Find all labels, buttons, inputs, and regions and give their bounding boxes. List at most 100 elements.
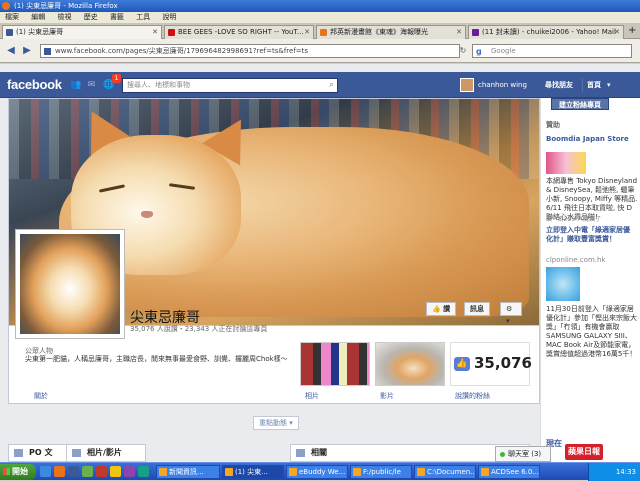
ad2-link[interactable]: clponline.com.hk — [546, 256, 605, 264]
user-profile-link[interactable]: chanhon wing — [460, 78, 527, 92]
thumbs-up-icon: 👍 — [454, 357, 470, 371]
tab-photos[interactable]: 相片 — [305, 391, 319, 401]
menu-file[interactable]: 檔案 — [5, 12, 19, 23]
quicklaunch-desktop-icon[interactable] — [138, 466, 149, 477]
find-friends-link[interactable]: 尋找朋友 — [545, 78, 573, 92]
taskbar-item-firefox[interactable]: (1) 尖東... — [222, 465, 284, 479]
notification-badge: 1 — [112, 74, 121, 83]
menu-bookmarks[interactable]: 書籤 — [110, 12, 124, 23]
firefox-icon — [2, 2, 10, 10]
tab-videos[interactable]: 影片 — [380, 391, 394, 401]
task-label: (1) 尖東... — [235, 468, 268, 476]
quicklaunch-app-icon[interactable] — [68, 466, 79, 477]
forward-arrow-icon[interactable]: ▶ — [20, 44, 34, 58]
related-box: 相關 — [290, 444, 530, 462]
task-icon — [289, 468, 297, 476]
tab-yahoo-mail[interactable]: (11 封未讀) - chuikei2006 - Yahoo! Mail ✕ — [468, 25, 624, 39]
account-menu-caret-icon[interactable]: ▾ — [607, 81, 611, 89]
user-name: chanhon wing — [478, 81, 527, 89]
facebook-search-input[interactable]: 搜尋人、地標和事物 ⌕ — [122, 78, 338, 93]
menu-tools[interactable]: 工具 — [136, 12, 150, 23]
start-button[interactable]: 開始 — [0, 464, 36, 480]
messages-icon[interactable]: ✉ — [87, 80, 97, 90]
address-bar[interactable]: www.facebook.com/pages/尖東忌廉哥/17969648299… — [40, 44, 460, 58]
quicklaunch-firefox-icon[interactable] — [54, 466, 65, 477]
photo-icon — [72, 449, 81, 457]
taskbar-item-news[interactable]: 新聞資訊... — [156, 465, 220, 479]
menu-edit[interactable]: 編輯 — [31, 12, 45, 23]
about-description: 尖東第一肥貓，人稱忌廉哥，主職店長，閒來無事最愛食野、訓覺、攞麗周Chok樣～ — [25, 355, 288, 363]
yahoo-favicon-icon — [472, 29, 479, 36]
message-button[interactable]: 訊息 — [464, 302, 490, 316]
likes-count: 35,076 — [474, 354, 532, 372]
close-tab-icon[interactable]: ✕ — [304, 26, 310, 39]
settings-gear-icon[interactable]: ⚙ ▾ — [500, 302, 522, 325]
ad1-title[interactable]: Boomdia Japan Store — [546, 135, 636, 144]
task-icon — [481, 468, 489, 476]
post-icon — [14, 449, 23, 457]
taskbar-item-acdsee[interactable]: ACDSee 6.0... — [478, 465, 540, 479]
task-label: 新聞資訊... — [169, 468, 204, 476]
profile-picture[interactable] — [15, 229, 125, 339]
facebook-logo[interactable]: facebook — [7, 77, 62, 92]
friend-requests-icon[interactable]: 👥 — [70, 80, 81, 90]
chat-button[interactable]: 聊天室 (3) — [495, 446, 551, 462]
highlights-dropdown[interactable]: 重點動態 ▾ — [253, 416, 299, 430]
quicklaunch-folder-icon[interactable] — [110, 466, 121, 477]
tab-facebook[interactable]: (1) 尖東忌廉哥 ✕ — [2, 25, 162, 39]
comic-favicon-icon — [320, 29, 327, 36]
tab-likes[interactable]: 說讚的粉絲 — [455, 391, 490, 401]
ad1-likes[interactable]: 讚・8,229 人說讚了 — [546, 214, 601, 223]
close-tab-icon[interactable]: ✕ — [614, 26, 620, 39]
menu-history[interactable]: 歷史 — [84, 12, 98, 23]
quicklaunch-chat-icon[interactable] — [82, 466, 93, 477]
quicklaunch-tool-icon[interactable] — [124, 466, 135, 477]
window-title: (1) 尖東忌廉哥 - Mozilla Firefox — [14, 2, 118, 10]
google-icon: g — [476, 47, 482, 56]
videos-thumbnail[interactable] — [375, 342, 445, 386]
tab-label: (11 封未讀) - chuikei2006 - Yahoo! Mail — [482, 28, 616, 36]
ad2-title[interactable]: 立即登入中電「綠適家居優化計」賺取豐富獎賞！ — [546, 226, 636, 244]
apple-daily-watermark: 蘋果日報 — [565, 444, 603, 460]
reload-icon[interactable]: ↻ — [456, 44, 470, 58]
post-box-label: PO 文 — [29, 448, 53, 457]
clock[interactable]: 14:33 — [616, 468, 636, 476]
search-bar[interactable]: g Google — [472, 44, 632, 58]
task-icon — [417, 468, 425, 476]
tab-label: (1) 尖東忌廉哥 — [16, 28, 64, 36]
ad2-image[interactable] — [546, 267, 580, 301]
chat-label: 聊天室 (3) — [508, 450, 542, 458]
taskbar-item-ebuddy[interactable]: eBuddy We... — [286, 465, 348, 479]
quicklaunch-media-icon[interactable] — [96, 466, 107, 477]
windows-taskbar: 開始 新聞資訊... (1) 尖東... eBuddy We... F:/pub… — [0, 462, 640, 481]
menu-view[interactable]: 檢視 — [57, 12, 71, 23]
taskbar-item-folder-f[interactable]: F:/public/le — [350, 465, 412, 479]
menu-help[interactable]: 說明 — [162, 12, 176, 23]
back-arrow-icon[interactable]: ◀ — [4, 44, 18, 58]
tab-comic[interactable]: 邦英新漫畫館《東魂》海報曝光 ✕ — [316, 25, 466, 39]
photo-video-box-label: 相片/影片 — [87, 448, 122, 457]
task-label: ACDSee 6.0... — [491, 468, 540, 476]
home-label: 首頁 — [587, 81, 601, 89]
new-tab-icon[interactable]: + — [628, 25, 636, 36]
tab-youtube[interactable]: BEE GEES -LOVE SO RIGHT -- YouT... ✕ — [164, 25, 314, 39]
task-label: F:/public/le — [363, 468, 401, 476]
facebook-favicon-icon — [6, 29, 13, 36]
post-box[interactable]: PO 文 — [8, 444, 68, 462]
close-tab-icon[interactable]: ✕ — [152, 26, 158, 39]
task-label: eBuddy We... — [299, 468, 346, 476]
tab-about[interactable]: 關於 — [34, 391, 48, 401]
photo-video-box[interactable]: 相片/影片 — [66, 444, 146, 462]
home-link[interactable]: 首頁 ▾ — [582, 78, 611, 92]
ad1-image[interactable] — [546, 152, 586, 174]
photos-thumbnail[interactable] — [300, 342, 370, 386]
sponsored-label: 贊助 — [546, 121, 560, 129]
quicklaunch-ie-icon[interactable] — [40, 466, 51, 477]
like-button[interactable]: 👍 讚 — [426, 302, 457, 316]
search-icon[interactable]: ⌕ — [329, 79, 334, 92]
create-page-button[interactable]: 建立粉絲專頁 — [551, 98, 609, 110]
close-tab-icon[interactable]: ✕ — [456, 26, 462, 39]
avatar — [460, 78, 474, 92]
right-sidebar: 建立粉絲專頁 贊助 Boomdia Japan Store 本網專售 Tokyo… — [540, 98, 640, 462]
taskbar-item-folder-c[interactable]: C:\Documen... — [414, 465, 476, 479]
